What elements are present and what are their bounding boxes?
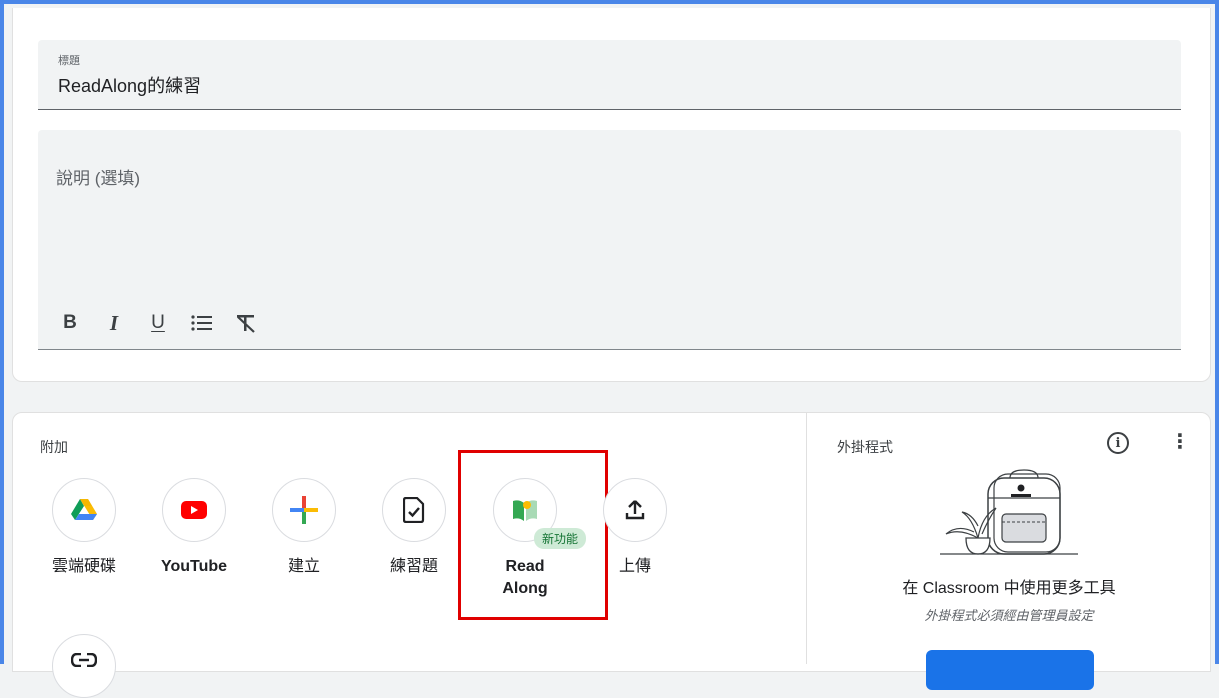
backpack-illustration — [940, 469, 1078, 555]
attach-link-button[interactable] — [52, 634, 116, 698]
title-input[interactable]: ReadAlong的練習 — [58, 72, 201, 98]
addons-sub-text: 外掛程式必須經由管理員設定 — [924, 608, 1094, 623]
addons-main-text: 在 Classroom 中使用更多工具 — [902, 580, 1116, 597]
attach-section-label: 附加 — [40, 439, 68, 455]
attach-practice-set-label: 練習題 — [389, 558, 438, 575]
attach-upload-button[interactable]: 上傳 — [580, 478, 690, 578]
create-plus-icon — [290, 496, 318, 524]
attach-create-circle — [272, 478, 336, 542]
divider — [806, 412, 807, 664]
italic-button[interactable]: I — [92, 308, 136, 338]
addons-title: 外掛程式 — [837, 439, 893, 455]
bulleted-list-button[interactable] — [180, 308, 224, 338]
addons-primary-button[interactable] — [926, 650, 1094, 690]
more-vert-icon[interactable]: ⋮ — [1170, 432, 1190, 454]
attach-youtube-circle — [162, 478, 226, 542]
google-drive-icon — [71, 499, 97, 520]
bold-button[interactable]: B — [48, 308, 92, 338]
description-placeholder: 說明 (選填) — [56, 169, 141, 188]
attach-youtube-button[interactable]: YouTube — [139, 478, 249, 578]
attach-youtube-label: YouTube — [160, 558, 228, 575]
formatting-toolbar: B I U — [48, 308, 268, 338]
clear-formatting-icon — [237, 315, 255, 333]
info-icon[interactable]: i — [1107, 432, 1129, 454]
attach-practice-set-button[interactable]: 練習題 — [359, 478, 469, 578]
attach-google-drive-label: 雲端硬碟 — [51, 558, 116, 575]
clear-formatting-button[interactable] — [224, 308, 268, 338]
link-icon — [71, 653, 97, 667]
title-field-label: 標題 — [58, 55, 80, 67]
attach-upload-circle — [603, 478, 667, 542]
attach-create-button[interactable]: 建立 — [249, 478, 359, 578]
practice-set-icon — [403, 497, 425, 523]
upload-icon — [625, 500, 645, 520]
youtube-icon — [181, 501, 207, 519]
attach-practice-set-circle — [382, 478, 446, 542]
bulleted-list-icon — [191, 315, 212, 331]
description-field[interactable]: 說明 (選填) B I U — [38, 130, 1181, 350]
title-field[interactable]: 標題 ReadAlong的練習 — [38, 40, 1181, 110]
attach-google-drive-circle — [52, 478, 116, 542]
underline-button[interactable]: U — [136, 308, 180, 338]
attach-google-drive-button[interactable]: 雲端硬碟 — [29, 478, 139, 578]
attach-upload-label: 上傳 — [618, 558, 651, 575]
attach-create-label: 建立 — [287, 558, 320, 575]
